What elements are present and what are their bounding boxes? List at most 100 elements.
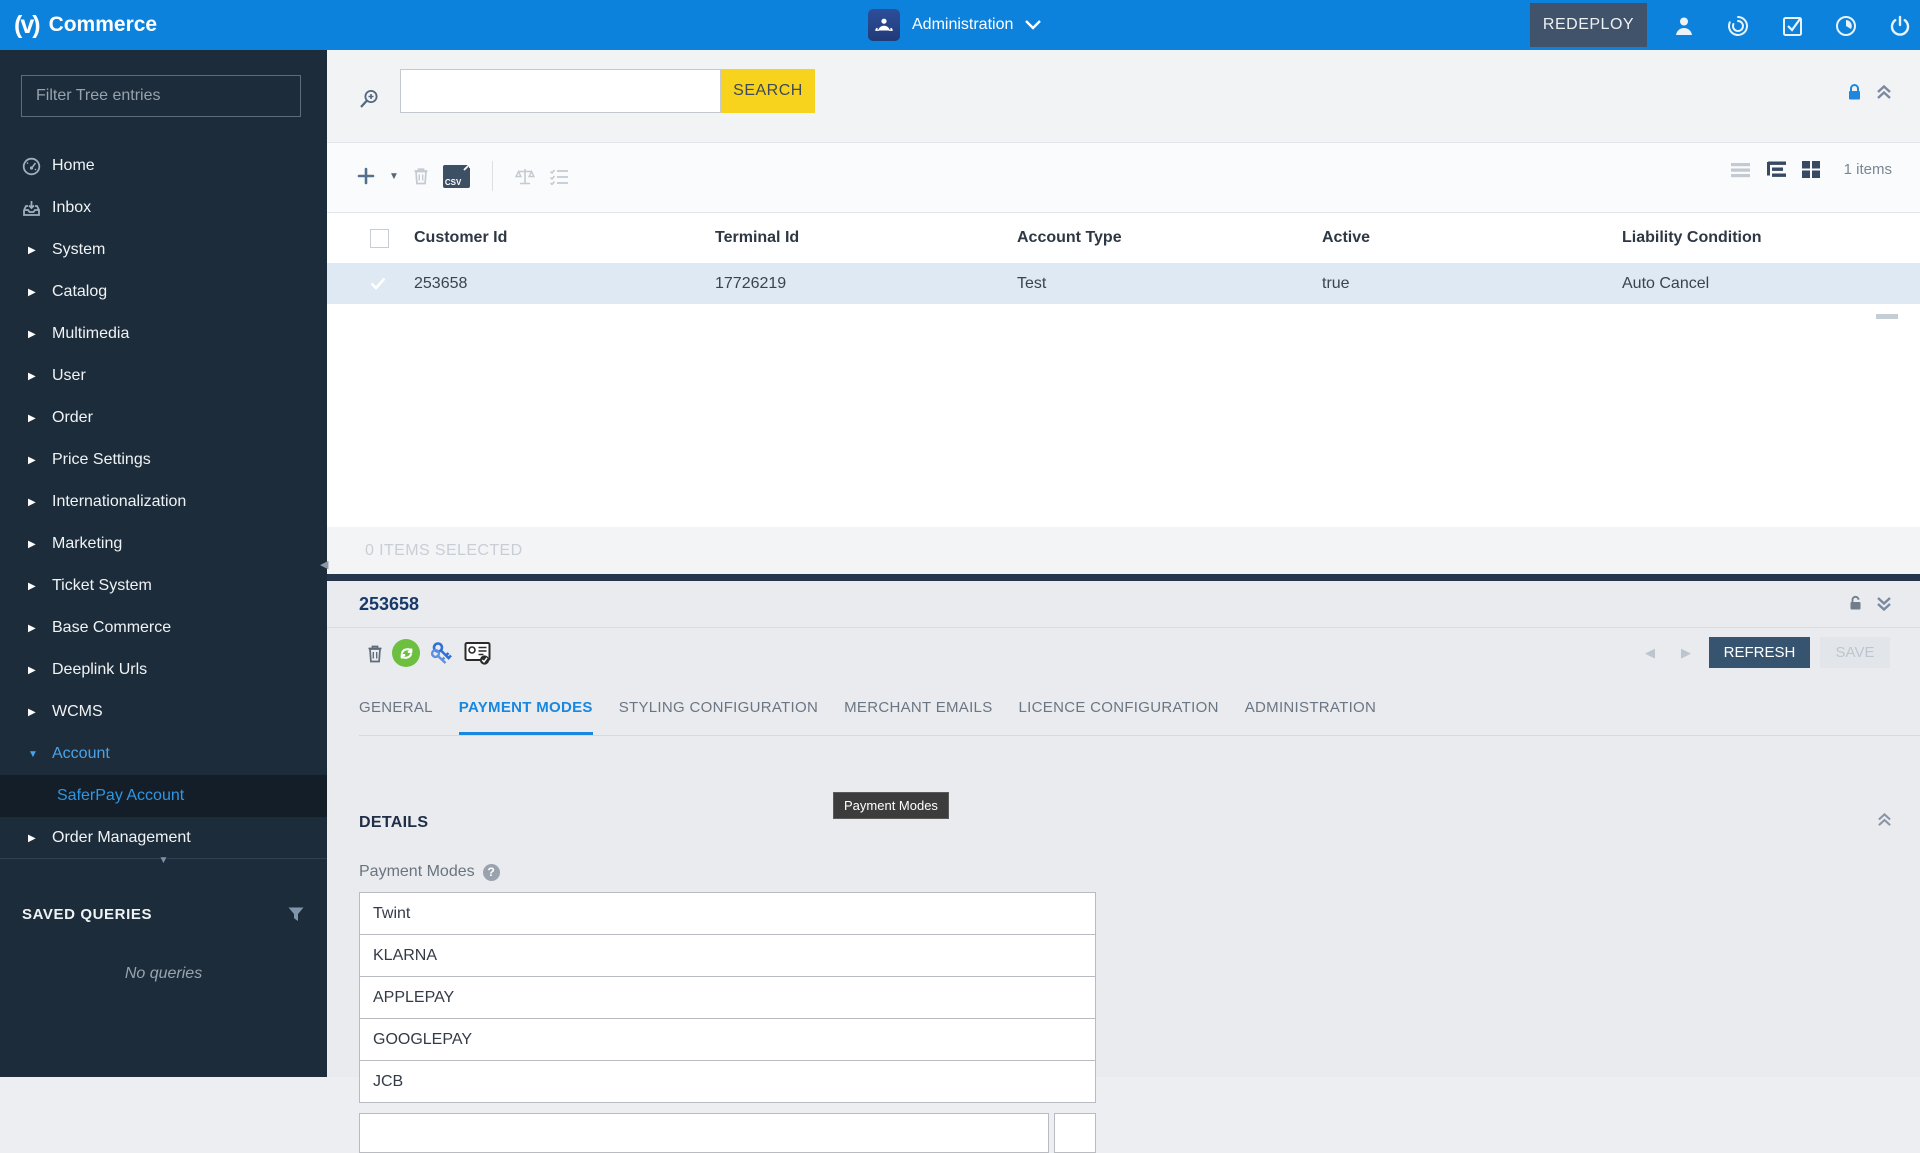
brand-logo[interactable]: (v) Commerce (0, 11, 157, 40)
scroll-down-arrow-icon: ▼ (158, 855, 169, 866)
filter-funnel-icon[interactable] (287, 906, 305, 923)
tree-filter-input[interactable] (21, 75, 301, 117)
sidebar-item-account[interactable]: ▼ Account (0, 733, 327, 775)
sidebar: Home Inbox ▶System ▶Catalog ▶Multimedia … (0, 50, 327, 1077)
sidebar-item-deeplink-urls[interactable]: ▶ Deeplink Urls (0, 649, 327, 691)
compare-scales-icon[interactable] (514, 167, 535, 186)
add-payment-mode-input[interactable] (359, 1113, 1049, 1153)
toolbar-divider (491, 161, 493, 191)
list-item-twint[interactable]: Twint (359, 892, 1096, 935)
payment-modes-field-label: Payment Modes (359, 863, 475, 880)
sidebar-item-wcms[interactable]: ▶ WCMS (0, 691, 327, 733)
sidebar-item-ticket-system[interactable]: ▶ Ticket System (0, 565, 327, 607)
scrollbar-thumb[interactable] (1876, 314, 1898, 319)
detail-panel: 253658 ◀ ▶ REFRESH SAVE GENERAL PAYMENT … (327, 581, 1920, 1153)
sidebar-collapse-arrow[interactable]: ◀ (320, 558, 328, 571)
sidebar-item-catalog[interactable]: ▶ Catalog (0, 271, 327, 313)
delete-icon[interactable] (413, 167, 429, 185)
add-payment-mode-select[interactable] (1054, 1113, 1096, 1153)
select-all-checkbox[interactable] (370, 228, 389, 248)
chevron-down-icon (1025, 20, 1042, 30)
tab-styling-configuration[interactable]: STYLING CONFIGURATION (619, 699, 818, 735)
column-header-terminal-id[interactable]: Terminal Id (715, 229, 1017, 247)
payment-modes-list: Twint KLARNA APPLEPAY GOOGLEPAY JCB (359, 892, 1096, 1103)
refresh-button[interactable]: REFRESH (1709, 637, 1810, 668)
list-item-googlepay[interactable]: GOOGLEPAY (359, 1018, 1096, 1061)
list-item-jcb[interactable]: JCB (359, 1060, 1096, 1103)
delete-account-icon[interactable] (367, 644, 383, 663)
expand-arrow-icon: ▶ (28, 622, 36, 634)
next-item-arrow-icon[interactable]: ▶ (1673, 645, 1699, 661)
cell-liability-condition: Auto Cancel (1622, 274, 1710, 292)
csv-export-icon[interactable]: CSV (442, 162, 471, 188)
sidebar-item-marketing[interactable]: ▶ Marketing (0, 523, 327, 565)
column-header-liability-condition[interactable]: Liability Condition (1622, 229, 1920, 247)
sidebar-item-system[interactable]: ▶ System (0, 229, 327, 271)
cell-terminal-id: 17726219 (715, 274, 787, 292)
list-item-klarna[interactable]: KLARNA (359, 934, 1096, 977)
search-input[interactable] (400, 69, 721, 113)
cell-active: true (1322, 274, 1350, 292)
sidebar-item-order[interactable]: ▶ Order (0, 397, 327, 439)
collapse-panel-down-icon[interactable] (1876, 596, 1892, 611)
scheduler-icon[interactable] (1834, 14, 1858, 38)
expand-arrow-icon: ▶ (28, 664, 36, 676)
tree-scroll-down-indicator[interactable]: ▼ (0, 855, 327, 877)
tree-view-icon[interactable] (1766, 161, 1786, 178)
sidebar-item-home[interactable]: Home (0, 145, 327, 187)
add-item-icon[interactable] (357, 167, 375, 185)
expand-arrow-icon: ▶ (28, 370, 36, 382)
sidebar-item-inbox[interactable]: Inbox (0, 187, 327, 229)
tab-general[interactable]: GENERAL (359, 699, 433, 735)
sidebar-item-price-settings[interactable]: ▶ Price Settings (0, 439, 327, 481)
context-label: Administration (912, 16, 1014, 33)
detail-tabs: GENERAL PAYMENT MODES STYLING CONFIGURAT… (359, 699, 1920, 736)
context-switcher[interactable]: Administration (868, 0, 1042, 50)
table-header-row: Customer Id Terminal Id Account Type Act… (327, 213, 1920, 263)
expand-arrow-icon: ▶ (28, 538, 36, 550)
sidebar-item-user[interactable]: ▶ User (0, 355, 327, 397)
api-keys-icon[interactable] (429, 641, 455, 665)
sync-terminal-icon[interactable] (392, 639, 420, 667)
redeploy-button[interactable]: REDEPLOY (1530, 3, 1647, 47)
sidebar-item-multimedia[interactable]: ▶ Multimedia (0, 313, 327, 355)
collapse-panel-up-icon[interactable] (1876, 84, 1892, 100)
list-view-icon[interactable] (1730, 162, 1750, 178)
bulk-process-icon[interactable] (549, 168, 569, 185)
panel-lock-icon[interactable] (1847, 83, 1862, 101)
certificate-icon[interactable] (464, 641, 492, 666)
sidebar-item-internationalization[interactable]: ▶ Internationalization (0, 481, 327, 523)
search-button[interactable]: SEARCH (721, 69, 815, 113)
sidebar-item-base-commerce[interactable]: ▶ Base Commerce (0, 607, 327, 649)
tab-licence-configuration[interactable]: LICENCE CONFIGURATION (1019, 699, 1219, 735)
saved-queries-title: SAVED QUERIES (22, 906, 153, 923)
tab-merchant-emails[interactable]: MERCHANT EMAILS (844, 699, 992, 735)
table-row[interactable]: 253658 17726219 Test true Auto Cancel (327, 263, 1920, 304)
detail-lock-icon[interactable] (1849, 595, 1862, 611)
tab-payment-modes[interactable]: PAYMENT MODES (458, 699, 593, 735)
inbox-icon (22, 199, 42, 218)
column-header-active[interactable]: Active (1322, 229, 1622, 247)
panel-splitter[interactable] (327, 574, 1920, 581)
sidebar-item-order-management[interactable]: ▶ Order Management (0, 817, 327, 859)
tab-administration[interactable]: ADMINISTRATION (1245, 699, 1376, 735)
grid-view-icon[interactable] (1801, 161, 1820, 178)
save-button[interactable]: SAVE (1820, 637, 1890, 668)
row-selected-check-icon[interactable] (370, 277, 414, 290)
logout-power-icon[interactable] (1888, 14, 1912, 38)
section-collapse-up-icon[interactable] (1877, 813, 1892, 827)
expand-arrow-icon: ▶ (28, 412, 36, 424)
saved-queries-section: SAVED QUERIES No queries (0, 878, 327, 983)
add-dropdown-caret-icon[interactable]: ▼ (389, 171, 399, 182)
column-header-account-type[interactable]: Account Type (1017, 229, 1322, 247)
column-header-customer-id[interactable]: Customer Id (414, 229, 715, 247)
user-profile-icon[interactable] (1672, 14, 1696, 38)
history-icon[interactable] (1726, 14, 1750, 38)
tasks-icon[interactable] (1781, 14, 1805, 38)
advanced-search-icon[interactable] (358, 88, 380, 110)
sidebar-item-saferpay-account[interactable]: SaferPay Account (0, 775, 327, 817)
expand-arrow-icon: ▶ (28, 496, 36, 508)
previous-item-arrow-icon[interactable]: ◀ (1637, 645, 1663, 661)
list-item-applepay[interactable]: APPLEPAY (359, 976, 1096, 1019)
help-icon[interactable]: ? (482, 863, 500, 881)
